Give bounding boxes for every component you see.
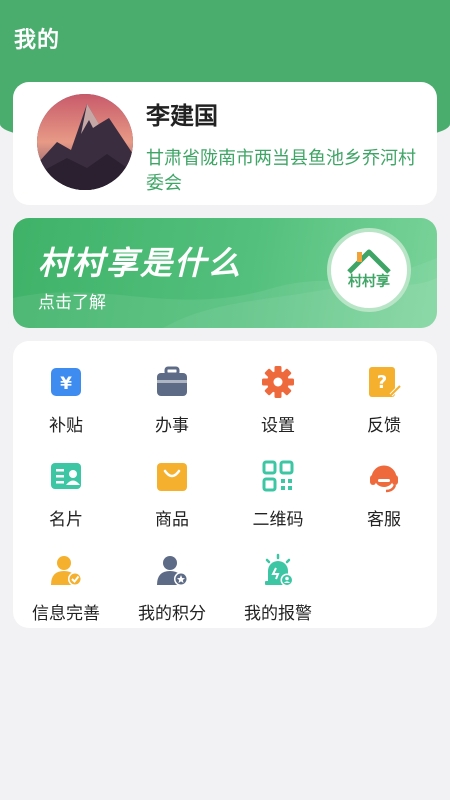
menu-item-user-points[interactable]: 我的积分 [119, 535, 225, 624]
subsidy-icon: ¥ [51, 368, 81, 396]
user-name: 李建国 [146, 102, 218, 130]
menu-item-headset[interactable]: 客服 [331, 441, 437, 530]
svg-text:?: ? [377, 372, 387, 393]
svg-text:¥: ¥ [60, 374, 72, 394]
profile-card[interactable]: 李建国 甘肃省陇南市两当县鱼池乡乔河村委会 [13, 82, 437, 205]
alarm-icon [265, 553, 294, 587]
feedback-icon: ? [369, 367, 401, 397]
mountain-avatar-image [37, 94, 133, 190]
page-title: 我的 [14, 28, 61, 53]
user-points-icon [157, 556, 188, 586]
banner-title: 村村享是什么 [38, 244, 243, 282]
menu-item-label: 反馈 [367, 416, 401, 436]
user-address: 甘肃省陇南市两当县鱼池乡乔河村委会 [146, 148, 416, 194]
shopping-bag-icon [157, 463, 187, 491]
about-banner[interactable]: 村村享是什么 点击了解 村村享 [13, 218, 437, 328]
menu-item-gear[interactable]: 设置 [225, 347, 331, 436]
menu-item-alarm[interactable]: 我的报警 [225, 535, 331, 624]
avatar[interactable] [37, 94, 133, 190]
menu-item-user-check[interactable]: 信息完善 [13, 535, 119, 624]
menu-item-shopping-bag[interactable]: 商品 [119, 441, 225, 530]
menu-item-feedback[interactable]: ? 反馈 [331, 347, 437, 436]
briefcase-icon [157, 366, 187, 396]
menu-item-subsidy[interactable]: ¥ 补贴 [13, 347, 119, 436]
headset-icon [370, 465, 398, 493]
menu-item-label: 信息完善 [32, 604, 100, 624]
card-icon [51, 463, 81, 489]
menu-item-card[interactable]: 名片 [13, 441, 119, 530]
menu-item-label: 补贴 [49, 416, 83, 436]
menu-grid: ¥ 补贴 办事 设置? 反馈 名片 商品 二维码 客服 信息完善 我的积分 我的报警 [13, 341, 437, 628]
user-check-icon [51, 556, 82, 586]
menu-item-label: 二维码 [252, 510, 304, 530]
banner-subtitle: 点击了解 [38, 293, 106, 313]
house-logo-icon: 村村享 [347, 249, 391, 290]
qrcode-icon [262, 460, 294, 492]
menu-item-label: 办事 [155, 416, 189, 436]
gear-icon [262, 366, 294, 398]
menu-item-label: 我的报警 [244, 604, 312, 624]
menu-item-label: 名片 [49, 510, 83, 530]
app-logo: 村村享 [327, 228, 411, 312]
menu-item-label: 客服 [367, 510, 401, 530]
logo-text: 村村享 [348, 273, 390, 290]
menu-item-briefcase[interactable]: 办事 [119, 347, 225, 436]
menu-item-label: 设置 [261, 416, 295, 436]
menu-item-label: 商品 [155, 510, 189, 530]
menu-item-qrcode[interactable]: 二维码 [225, 441, 331, 530]
menu-item-label: 我的积分 [138, 604, 206, 624]
